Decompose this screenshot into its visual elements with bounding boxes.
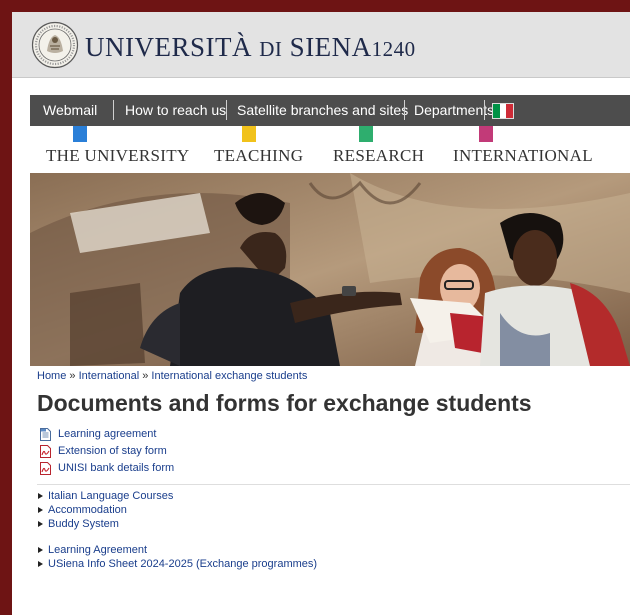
document-label: Extension of stay form bbox=[58, 445, 167, 457]
nav-divider bbox=[404, 100, 405, 120]
menu-label: RESEARCH bbox=[333, 146, 425, 165]
top-navigation-bar: Webmail How to reach us Satellite branch… bbox=[30, 95, 630, 126]
bullet-arrow-icon bbox=[38, 493, 43, 499]
document-label: UNISI bank details form bbox=[58, 462, 175, 474]
nav-divider bbox=[226, 100, 227, 120]
breadcrumb: Home » International » International exc… bbox=[37, 370, 307, 382]
nav-departments-link[interactable]: Departments bbox=[414, 102, 494, 118]
link-label: Learning Agreement bbox=[48, 544, 148, 556]
wordmark-di: DI bbox=[259, 37, 283, 61]
nav-divider bbox=[484, 100, 485, 120]
seal-logo-icon[interactable] bbox=[31, 21, 79, 69]
page: UNIVERSITÀ DI SIENA1240 Webmail How to r… bbox=[12, 12, 630, 615]
nav-webmail-link[interactable]: Webmail bbox=[43, 102, 97, 118]
doc-file-icon bbox=[40, 428, 51, 441]
university-wordmark[interactable]: UNIVERSITÀ DI SIENA1240 bbox=[85, 32, 416, 63]
menu-color-marker bbox=[479, 126, 493, 142]
menu-color-marker bbox=[73, 126, 87, 142]
site-header: UNIVERSITÀ DI SIENA1240 bbox=[12, 12, 630, 78]
breadcrumb-home-link[interactable]: Home bbox=[37, 370, 66, 382]
bullet-arrow-icon bbox=[38, 547, 43, 553]
menu-color-marker bbox=[359, 126, 373, 142]
wordmark-prefix: UNIVERSITÀ bbox=[85, 32, 252, 62]
nav-satellite-branches-link[interactable]: Satellite branches and sites bbox=[237, 102, 408, 118]
link-label: Buddy System bbox=[48, 518, 119, 530]
document-label: Learning agreement bbox=[58, 428, 157, 440]
link-label: USiena Info Sheet 2024-2025 (Exchange pr… bbox=[48, 558, 318, 570]
bullet-arrow-icon bbox=[38, 521, 43, 527]
link-label: Accommodation bbox=[48, 504, 127, 516]
menu-label: TEACHING bbox=[214, 146, 304, 165]
breadcrumb-exchange-students-link[interactable]: International exchange students bbox=[151, 370, 307, 382]
nav-divider bbox=[113, 100, 114, 120]
hero-photo-students bbox=[30, 173, 630, 366]
pdf-file-icon bbox=[40, 445, 51, 458]
italian-flag-icon[interactable] bbox=[492, 103, 514, 119]
wordmark-year: 1240 bbox=[371, 37, 416, 61]
nav-how-to-reach-us-link[interactable]: How to reach us bbox=[125, 102, 226, 118]
menu-color-marker bbox=[242, 126, 256, 142]
pdf-file-icon bbox=[40, 462, 51, 475]
link-label: Italian Language Courses bbox=[48, 490, 174, 502]
breadcrumb-international-link[interactable]: International bbox=[79, 370, 140, 382]
bullet-arrow-icon bbox=[38, 561, 43, 567]
breadcrumb-separator: » bbox=[142, 370, 149, 382]
breadcrumb-separator: » bbox=[69, 370, 76, 382]
section-divider bbox=[37, 484, 630, 485]
menu-label: INTERNATIONAL bbox=[453, 146, 593, 165]
wordmark-name: SIENA bbox=[289, 32, 372, 62]
main-menu: THE UNIVERSITY TEACHING RESEARCH INTERNA… bbox=[12, 126, 630, 166]
menu-label: THE UNIVERSITY bbox=[46, 146, 190, 165]
page-title: Documents and forms for exchange student… bbox=[37, 390, 532, 416]
bullet-arrow-icon bbox=[38, 507, 43, 513]
